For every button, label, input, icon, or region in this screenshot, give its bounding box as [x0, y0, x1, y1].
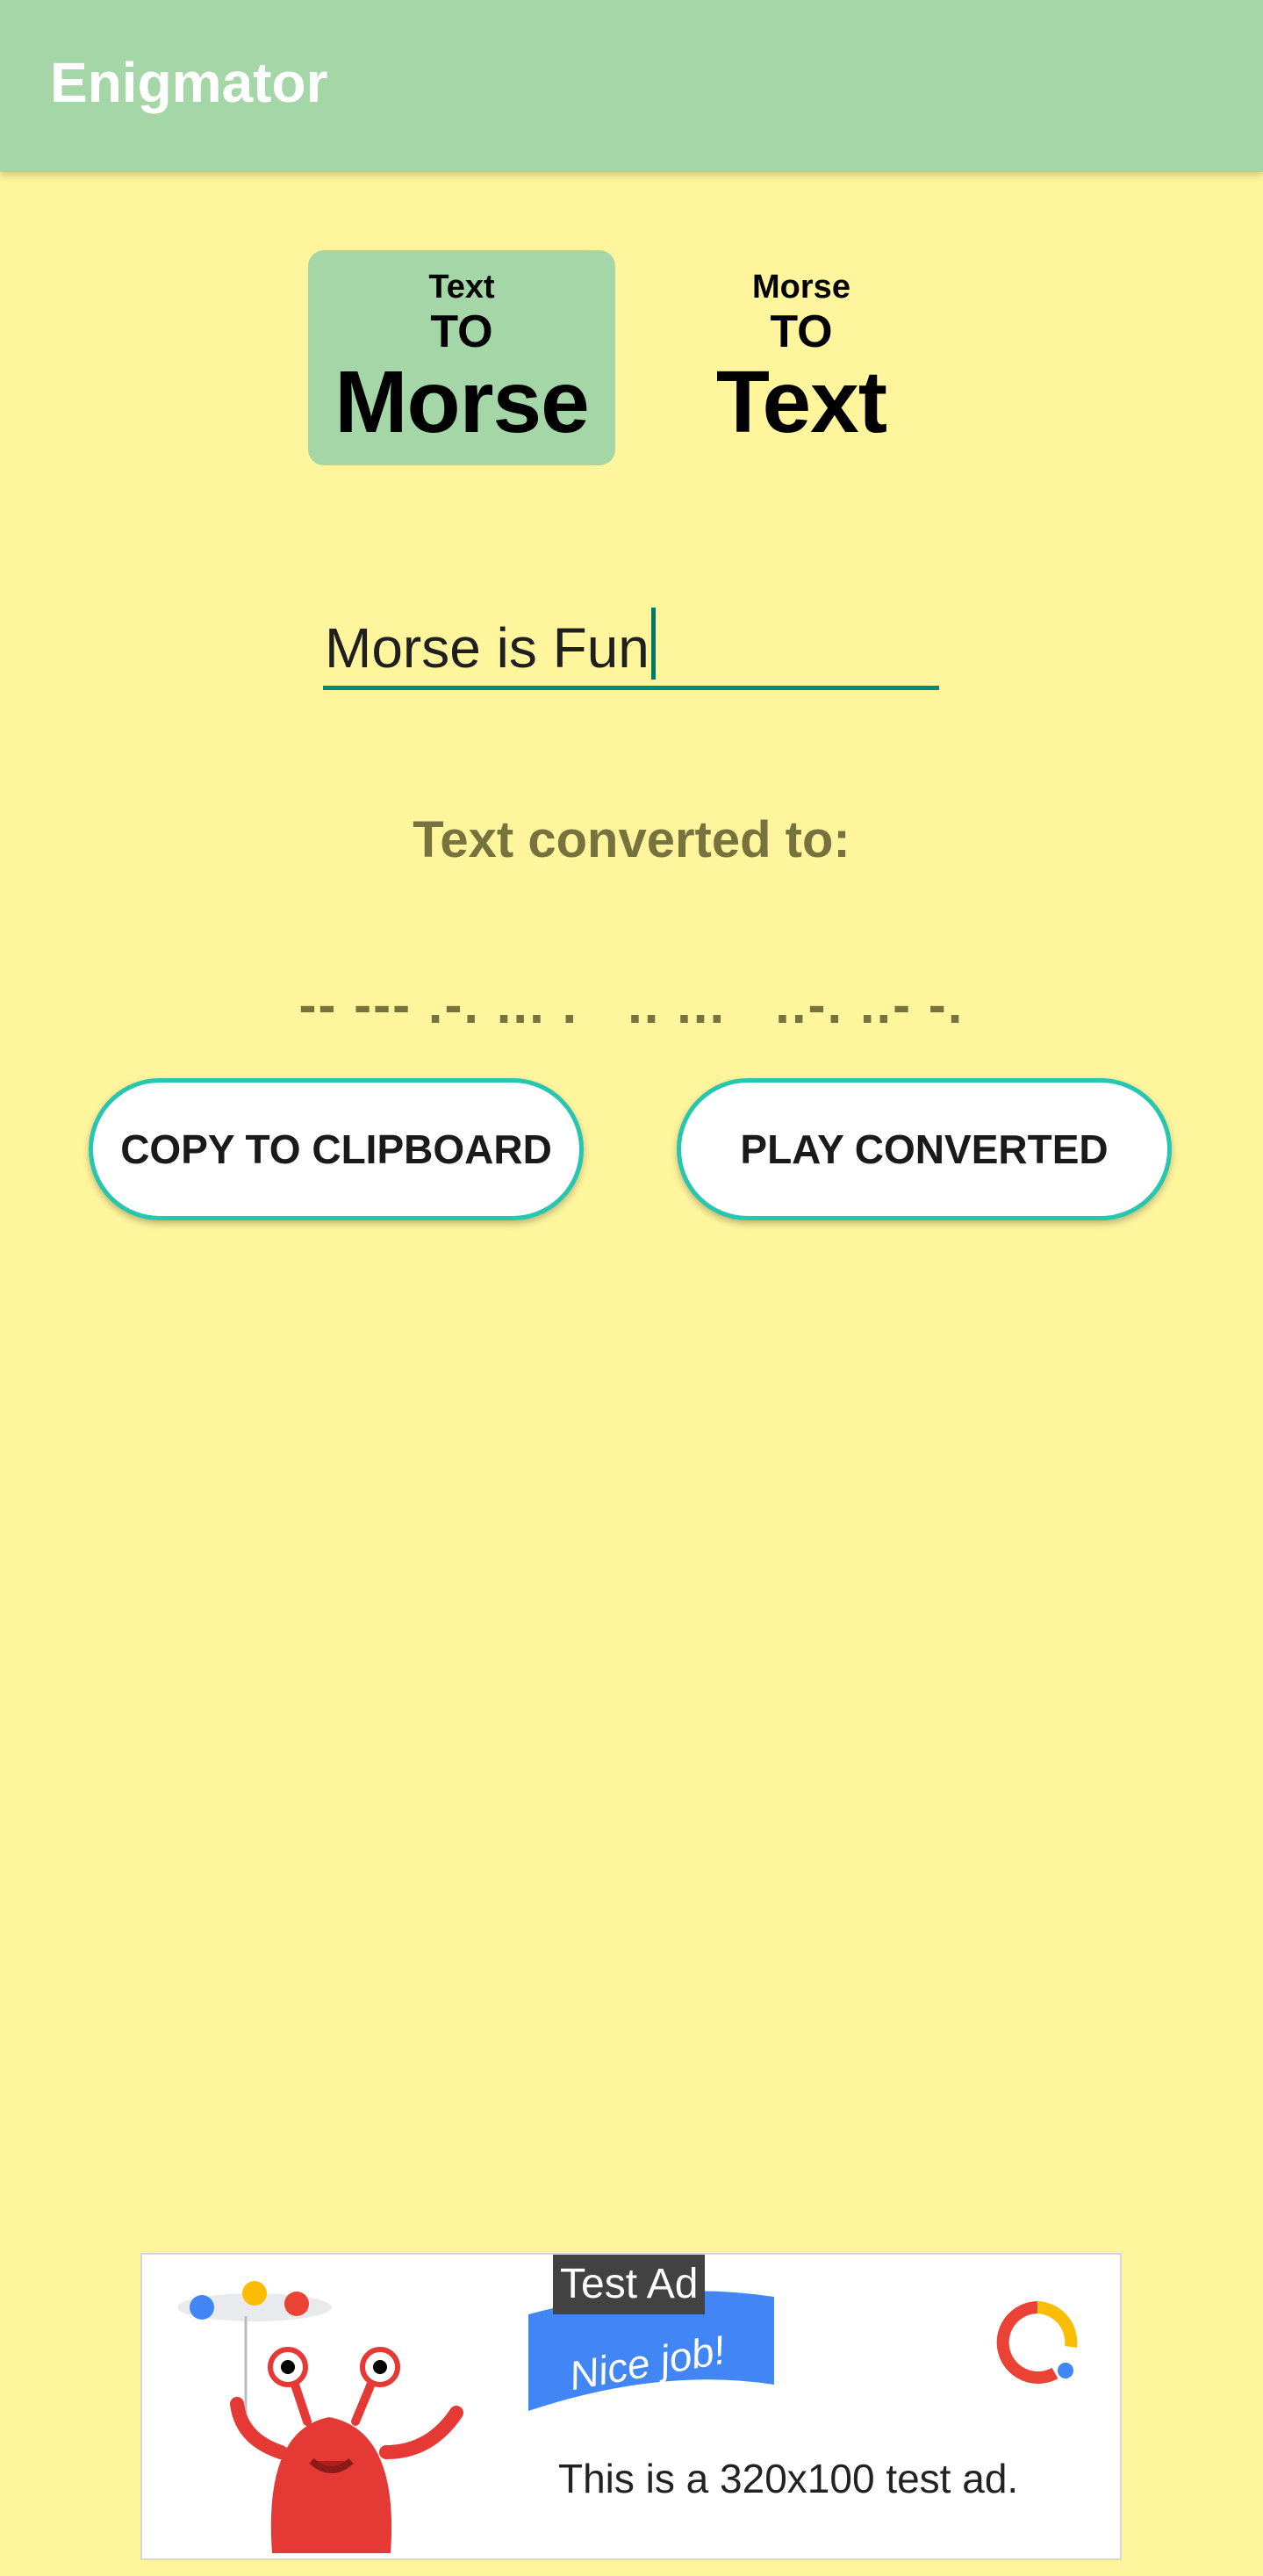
text-input-text: Morse is Fun	[325, 616, 649, 680]
text-cursor	[650, 608, 656, 680]
play-converted-button[interactable]: PLAY CONVERTED	[677, 1078, 1172, 1220]
test-ad-badge: Test Ad	[553, 2255, 706, 2314]
morse-to-text-mid-label: TO	[770, 306, 833, 357]
morse-to-text-mode-button[interactable]: Morse TO Text	[648, 250, 955, 465]
app-bar: Enigmator	[0, 0, 1263, 172]
morse-to-text-bottom-label: Text	[715, 353, 887, 452]
morse-output: -- --- .-. ... . .. ... ..-. ..- -.	[298, 975, 965, 1034]
ad-banner[interactable]: Nice job! Test Ad This is a 320x100 test…	[140, 2253, 1122, 2560]
text-to-morse-top-label: Text	[428, 268, 495, 306]
ad-text: This is a 320x100 test ad.	[558, 2456, 1019, 2501]
morse-to-text-top-label: Morse	[752, 268, 850, 306]
copy-to-clipboard-button[interactable]: COPY TO CLIPBOARD	[89, 1078, 584, 1220]
converted-label: Text converted to:	[413, 811, 850, 868]
ad-logo-icon	[996, 2301, 1078, 2384]
text-to-morse-mode-button[interactable]: Text TO Morse	[308, 250, 615, 465]
text-to-morse-bottom-label: Morse	[334, 353, 590, 452]
text-to-morse-mid-label: TO	[430, 306, 493, 357]
text-input-value[interactable]: Morse is Fun	[325, 608, 656, 680]
text-input[interactable]: Morse is Fun	[323, 588, 939, 690]
app-title: Enigmator	[50, 51, 328, 114]
monster-illustration	[177, 2281, 463, 2553]
